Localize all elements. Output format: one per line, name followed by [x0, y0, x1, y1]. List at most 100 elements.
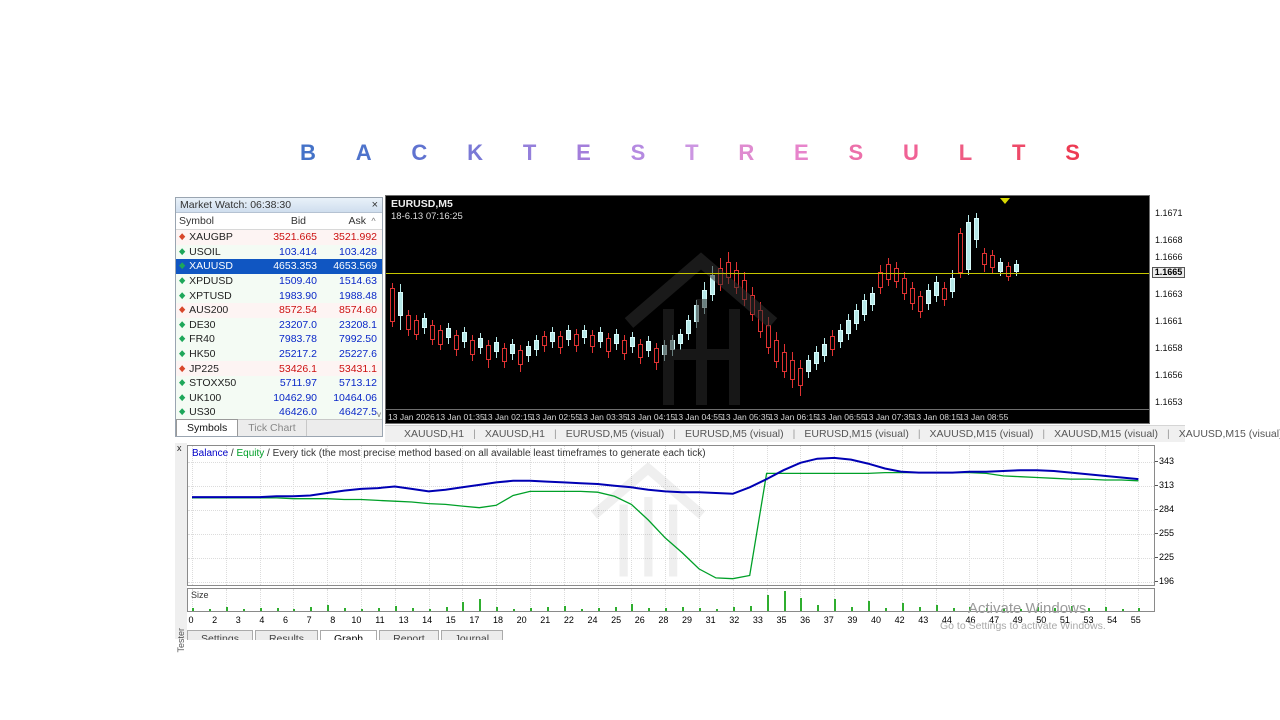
tester-tab-settings[interactable]: Settings: [187, 630, 253, 640]
graph-y-label: 196: [1159, 575, 1175, 586]
market-watch-row[interactable]: ◆ STOXX50 5711.97 5713.12: [176, 375, 382, 391]
chart-tab[interactable]: XAUUSD,M15 (visual): [1045, 428, 1167, 440]
activate-windows-subtext: Go to Settings to activate Windows.: [940, 620, 1106, 632]
close-icon[interactable]: ×: [372, 200, 378, 211]
size-bar: [665, 608, 668, 611]
backtest-graph[interactable]: Balance / Equity / Every tick (the most …: [187, 445, 1155, 586]
market-watch-row[interactable]: ◆ DE30 23207.0 23208.1: [176, 317, 382, 333]
tester-tab-results[interactable]: Results: [254, 630, 318, 640]
scroll-down-icon[interactable]: v: [377, 410, 381, 419]
candle-body: [974, 218, 979, 240]
chart-shift-marker-icon[interactable]: [1000, 198, 1010, 204]
tester-side-label: Tester: [176, 628, 186, 653]
bid-value: 4653.353: [273, 260, 317, 273]
balance-equity-lines: [192, 456, 1139, 580]
tester-tab-journal[interactable]: Journal: [440, 630, 504, 640]
chart-tab[interactable]: EURUSD,M5 (visual): [557, 428, 674, 440]
market-watch-row[interactable]: ◆ HK50 25217.2 25227.6: [176, 346, 382, 362]
title-letter: E: [794, 140, 809, 165]
chart-tab[interactable]: EURUSD,M5 (visual): [676, 428, 793, 440]
tester-close-icon[interactable]: x: [177, 444, 182, 453]
graph-x-label: 29: [682, 615, 693, 625]
ask-value: 3521.992: [333, 231, 377, 244]
chart-tab[interactable]: XAUUSD,M15 (visual): [921, 428, 1043, 440]
title-letter: T: [685, 140, 699, 165]
candle-body: [862, 300, 867, 315]
graph-y-label: 313: [1159, 480, 1175, 491]
market-watch-tab-symbols[interactable]: Symbols: [176, 419, 239, 436]
market-watch-row[interactable]: ◆ XPTUSD 1983.90 1988.48: [176, 288, 382, 303]
graph-x-label: 4: [259, 615, 265, 625]
symbol-name: UK100: [189, 391, 222, 404]
graph-x-label: 40: [870, 615, 881, 625]
column-symbol[interactable]: Symbol: [179, 215, 240, 227]
chart-tab[interactable]: XAUUSD,H1: [395, 428, 473, 440]
size-bar: [411, 608, 414, 611]
size-bar: [445, 607, 448, 611]
candle-body: [878, 272, 883, 288]
graph-y-tick: [1155, 580, 1158, 582]
size-bar: [884, 608, 887, 611]
graph-x-label: 17: [469, 615, 480, 625]
graph-x-label: 7: [306, 615, 312, 625]
chart-tab[interactable]: XAUUSD,M15 (visual): [1170, 428, 1280, 440]
size-bar: [580, 609, 583, 611]
market-watch-title: Market Watch: 06:38:30: [180, 199, 292, 211]
scroll-up-icon[interactable]: ^: [368, 216, 379, 226]
chart-tab[interactable]: XAUUSD,H1: [476, 428, 554, 440]
graph-x-label: 14: [422, 615, 433, 625]
tester-tab-report[interactable]: Report: [379, 630, 439, 640]
market-watch-row[interactable]: ◆ XPDUSD 1509.40 1514.63: [176, 273, 382, 289]
market-watch-row[interactable]: ◆ USOIL 103.414 103.428: [176, 244, 382, 260]
size-bar: [868, 601, 870, 611]
symbol-name: FR40: [189, 333, 215, 346]
market-watch-row[interactable]: ◆ XAUUSD 4653.353 4653.569: [176, 259, 382, 274]
candle-body: [894, 268, 899, 282]
graph-y-tick: [1155, 509, 1158, 511]
arrow-up-icon: ◆: [179, 406, 186, 417]
chart-tab[interactable]: EURUSD,M15 (visual): [795, 428, 917, 440]
size-bar: [496, 607, 499, 611]
symbol-name: XPTUSD: [189, 289, 232, 302]
price-axis-label: 1.1671: [1155, 208, 1183, 218]
bid-value: 5711.97: [279, 377, 317, 390]
candle-body: [414, 320, 419, 335]
market-watch-row[interactable]: ◆ JP225 53426.1 53431.1: [176, 361, 382, 376]
bid-value: 10462.90: [273, 391, 317, 404]
candle-body: [958, 233, 963, 273]
size-bar: [546, 607, 549, 611]
candle-body: [558, 336, 563, 348]
symbol-cell: ◆ XAUGBP: [179, 231, 251, 243]
candle-body: [590, 335, 595, 347]
candle-body: [390, 288, 395, 322]
candle-body: [798, 368, 803, 386]
symbol-name: XAUGBP: [189, 231, 233, 244]
market-watch-row[interactable]: ◆ US30 46426.0 46427.5: [176, 405, 382, 420]
symbol-cell: ◆ STOXX50: [179, 377, 251, 389]
candle-body: [614, 334, 619, 344]
candlestick-chart[interactable]: EURUSD,M5 18-6.13 07:16:25 13 Jan 2026 13…: [385, 195, 1150, 424]
market-watch-row[interactable]: ◆ AUS200 8572.54 8574.60: [176, 302, 382, 318]
symbol-name: HK50: [189, 348, 216, 361]
size-bar: [225, 607, 228, 611]
column-ask[interactable]: Ask: [306, 215, 368, 227]
column-bid[interactable]: Bid: [240, 215, 306, 227]
market-watch-row[interactable]: ◆ FR40 7983.78 7992.50: [176, 332, 382, 347]
time-axis-label: 13 Jan 04:15: [626, 412, 676, 422]
market-watch-tab-tick-chart[interactable]: Tick Chart: [238, 420, 307, 436]
graph-y-tick: [1155, 485, 1158, 487]
candle-body: [526, 346, 531, 356]
candle-body: [566, 330, 571, 340]
symbol-cell: ◆ USOIL: [179, 246, 251, 258]
graph-legend: Balance / Equity / Every tick (the most …: [192, 448, 706, 459]
size-bar: [631, 604, 634, 611]
market-watch-row[interactable]: ◆ XAUGBP 3521.665 3521.992: [176, 230, 382, 245]
size-bar: [1087, 608, 1090, 611]
size-bar: [1104, 607, 1107, 611]
tester-tab-graph[interactable]: Graph: [319, 630, 378, 640]
market-watch-row[interactable]: ◆ UK100 10462.90 10464.06: [176, 390, 382, 406]
title-letter: R: [738, 140, 755, 165]
candle-body: [470, 340, 475, 355]
chart-info-label: 18-6.13 07:16:25: [391, 211, 463, 222]
candle-body: [454, 335, 459, 350]
